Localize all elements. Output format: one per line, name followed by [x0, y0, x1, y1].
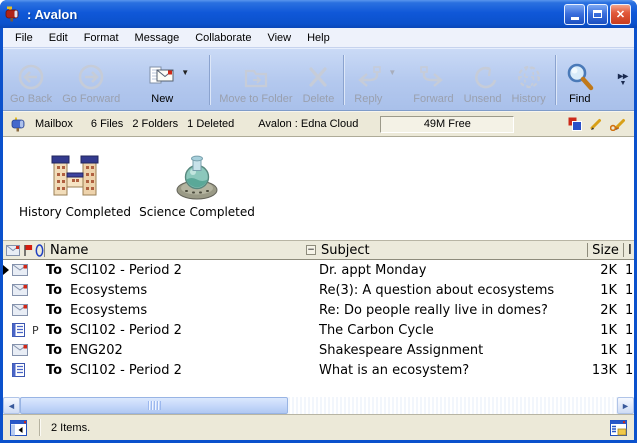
status-bar: 2 Items. — [3, 414, 634, 440]
menu-message[interactable]: Message — [127, 29, 188, 47]
new-dropdown-arrow[interactable]: ▼ — [181, 68, 189, 77]
split-view-icon[interactable] — [610, 420, 627, 436]
flag-icon[interactable] — [23, 244, 33, 257]
reply-button[interactable]: Reply — [348, 53, 388, 107]
column-header-size[interactable]: Size — [588, 243, 623, 258]
menu-bar: File Edit Format Message Collaborate Vie… — [3, 28, 634, 48]
close-button[interactable]: ✕ — [610, 4, 631, 25]
mail-envelope-icon — [10, 304, 32, 316]
deleted-count: 1 Deleted — [187, 118, 234, 130]
menu-help[interactable]: Help — [299, 29, 338, 47]
forward-button[interactable]: Forward — [408, 53, 458, 107]
history-globe-icon — [515, 61, 543, 93]
go-back-button[interactable]: Go Back — [5, 53, 57, 107]
attachment-paperclip-icon[interactable] — [35, 244, 44, 257]
mailbox-icon — [11, 117, 27, 132]
mail-envelope-icon — [10, 264, 32, 276]
account-name: Avalon : Edna Cloud — [258, 118, 358, 130]
pane-toggle-icon[interactable] — [10, 420, 27, 436]
folders-count: 2 Folders — [132, 118, 178, 130]
window-title: : Avalon — [27, 7, 562, 22]
app-mailbox-icon — [5, 6, 22, 22]
forward-arrow-icon — [418, 61, 448, 93]
move-to-folder-button[interactable]: Move to Folder — [214, 53, 297, 107]
delete-button[interactable]: Delete — [298, 53, 340, 107]
scrollbar-track[interactable] — [20, 397, 617, 414]
forward-circle-arrow-icon — [77, 61, 105, 93]
h-building-icon — [13, 149, 137, 201]
scrollbar-thumb[interactable] — [20, 397, 288, 414]
pencil-icon[interactable] — [589, 117, 603, 131]
find-button[interactable]: Find — [560, 53, 600, 107]
collapse-toggle-icon[interactable]: − — [306, 245, 316, 255]
message-row[interactable]: P To SCI102 - Period 2 The Carbon Cycle … — [3, 320, 634, 340]
new-button[interactable]: New — [143, 53, 181, 107]
free-space-indicator: 49M Free — [380, 116, 514, 133]
files-count: 6 Files — [91, 118, 123, 130]
folder-label: Science Completed — [135, 205, 259, 219]
unsend-curl-arrow-icon — [469, 61, 497, 93]
unsend-button[interactable]: Unsend — [459, 53, 507, 107]
reply-arrow-icon — [353, 61, 383, 93]
message-row[interactable]: To ENG202 Shakespeare Assignment 1K 1 — [3, 340, 634, 360]
mailbox-content: History Completed Science — [3, 137, 634, 397]
message-row[interactable]: To SCI102 - Period 2 What is an ecosyste… — [3, 360, 634, 380]
folder-history-completed[interactable]: History Completed — [13, 149, 137, 219]
column-header-subject[interactable]: − Subject — [305, 243, 587, 258]
delete-x-icon — [304, 61, 332, 93]
menu-edit[interactable]: Edit — [41, 29, 76, 47]
menu-collaborate[interactable]: Collaborate — [187, 29, 259, 47]
toolbar: Go Back Go Forward New ▼ — [3, 48, 634, 111]
folder-name: Mailbox — [35, 118, 73, 130]
scroll-right-button[interactable]: ► — [617, 397, 634, 414]
status-divider — [39, 419, 40, 436]
message-row[interactable]: To Ecosystems Re: Do people really live … — [3, 300, 634, 320]
overlapping-squares-icon[interactable] — [568, 117, 582, 131]
column-header-partial[interactable]: I — [624, 243, 632, 258]
folder-label: History Completed — [13, 205, 137, 219]
blue-document-icon — [10, 323, 32, 337]
find-magnifier-icon — [565, 61, 595, 93]
menu-view[interactable]: View — [259, 29, 299, 47]
message-row[interactable]: To Ecosystems Re(3): A question about ec… — [3, 280, 634, 300]
list-header: Name − Subject Size I — [3, 240, 634, 260]
items-count: 2 Items. — [51, 422, 90, 434]
maximize-button[interactable] — [587, 4, 608, 25]
folder-move-icon — [241, 61, 271, 93]
blue-document-icon — [10, 363, 32, 377]
back-circle-arrow-icon — [17, 61, 45, 93]
new-message-icon — [148, 61, 176, 93]
app-window: : Avalon ✕ File Edit Format Message Coll… — [0, 0, 637, 443]
toolbar-separator — [555, 55, 556, 105]
toolbar-separator — [343, 55, 344, 105]
scroll-left-button[interactable]: ◄ — [3, 397, 20, 414]
science-flask-icon — [135, 149, 259, 201]
history-button[interactable]: History — [507, 53, 551, 107]
horizontal-scrollbar: ◄ ► — [3, 397, 634, 414]
column-header-name[interactable]: Name — [45, 243, 305, 258]
toolbar-separator — [209, 55, 210, 105]
message-list: To SCI102 - Period 2 Dr. appt Monday 2K … — [3, 260, 634, 380]
toolbar-overflow-chevron[interactable]: ▸▸▼ — [614, 73, 632, 87]
menu-file[interactable]: File — [7, 29, 41, 47]
message-type-icon[interactable] — [6, 245, 21, 256]
current-item-pointer-icon — [3, 265, 9, 275]
info-bar: Mailbox 6 Files 2 Folders 1 Deleted Aval… — [3, 111, 634, 137]
mail-envelope-icon — [10, 344, 32, 356]
title-bar: : Avalon ✕ — [0, 0, 637, 28]
go-forward-button[interactable]: Go Forward — [57, 53, 125, 107]
folder-science-completed[interactable]: Science Completed — [135, 149, 259, 219]
message-row[interactable]: To SCI102 - Period 2 Dr. appt Monday 2K … — [3, 260, 634, 280]
reply-dropdown-arrow[interactable]: ▼ — [388, 68, 396, 77]
menu-format[interactable]: Format — [76, 29, 127, 47]
mail-envelope-icon — [10, 284, 32, 296]
pencil-key-icon[interactable] — [610, 117, 626, 131]
minimize-button[interactable] — [564, 4, 585, 25]
